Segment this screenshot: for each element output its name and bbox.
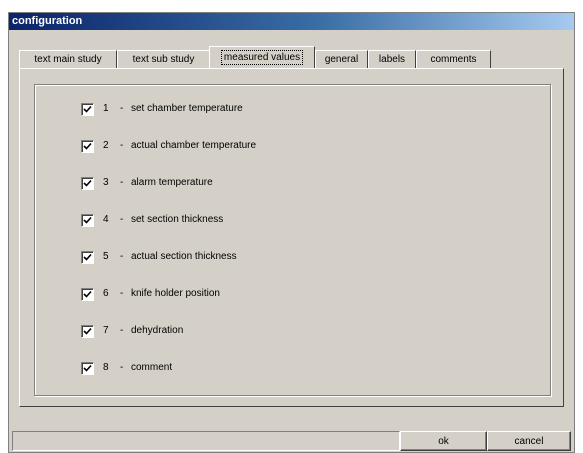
checkbox[interactable]: [81, 288, 94, 301]
checkmark-icon: [83, 179, 92, 187]
separator: -: [120, 140, 124, 151]
window-title: configuration: [12, 15, 83, 27]
configuration-window: configuration text main study text sub s…: [8, 12, 575, 453]
value-label: set section thickness: [131, 214, 224, 225]
value-label: set chamber temperature: [131, 103, 243, 114]
value-number: 3: [103, 177, 109, 188]
value-number: 7: [103, 325, 109, 336]
checkmark-icon: [83, 327, 92, 335]
checkmark-icon: [83, 105, 92, 113]
value-label: actual section thickness: [131, 251, 237, 262]
tab-general[interactable]: general: [315, 50, 368, 68]
tab-text-sub-study[interactable]: text sub study: [117, 50, 210, 68]
checkbox[interactable]: [81, 103, 94, 116]
tab-label: general: [324, 54, 359, 65]
checkbox[interactable]: [81, 362, 94, 375]
cancel-button[interactable]: cancel: [487, 431, 571, 451]
checkmark-icon: [83, 290, 92, 298]
tab-comments[interactable]: comments: [416, 50, 491, 68]
checkbox[interactable]: [81, 251, 94, 264]
separator: -: [120, 251, 124, 262]
checkmark-icon: [83, 364, 92, 372]
ok-button[interactable]: ok: [400, 431, 487, 451]
checkbox[interactable]: [81, 325, 94, 338]
checkbox[interactable]: [81, 140, 94, 153]
measured-values-group: 1 - set chamber temperature 2 - actual c…: [34, 84, 551, 396]
value-label: actual chamber temperature: [131, 140, 257, 151]
tab-text-main-study[interactable]: text main study: [19, 50, 117, 68]
status-field: [12, 431, 400, 451]
value-label: dehydration: [131, 325, 184, 336]
title-bar[interactable]: configuration: [9, 13, 574, 30]
measured-values-panel: 1 - set chamber temperature 2 - actual c…: [19, 68, 564, 407]
value-number: 4: [103, 214, 109, 225]
value-number: 2: [103, 140, 109, 151]
tab-label: text sub study: [132, 54, 195, 65]
checkbox[interactable]: [81, 177, 94, 190]
checkbox[interactable]: [81, 214, 94, 227]
tab-label: labels: [378, 54, 406, 65]
button-bar: ok cancel: [12, 431, 571, 451]
separator: -: [120, 214, 124, 225]
value-number: 8: [103, 362, 109, 373]
checkmark-icon: [83, 253, 92, 261]
value-label: alarm temperature: [131, 177, 213, 188]
tab-measured-values[interactable]: measured values: [209, 46, 315, 68]
tab-labels[interactable]: labels: [368, 50, 416, 68]
checkmark-icon: [83, 142, 92, 150]
value-number: 6: [103, 288, 109, 299]
separator: -: [120, 103, 124, 114]
checkmark-icon: [83, 216, 92, 224]
separator: -: [120, 325, 124, 336]
tab-label: measured values: [220, 50, 304, 65]
separator: -: [120, 288, 124, 299]
separator: -: [120, 177, 124, 188]
value-number: 1: [103, 103, 109, 114]
value-number: 5: [103, 251, 109, 262]
value-label: comment: [131, 362, 173, 373]
tab-label: text main study: [34, 54, 102, 65]
value-label: knife holder position: [131, 288, 220, 299]
separator: -: [120, 362, 124, 373]
tab-label: comments: [430, 54, 477, 65]
